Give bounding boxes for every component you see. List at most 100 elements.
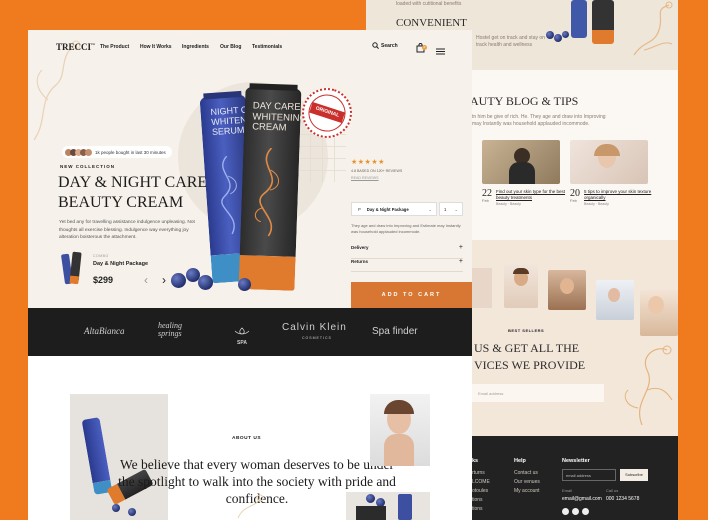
berry [366,494,375,503]
returns-label: Returns [351,259,369,264]
facebook-icon[interactable] [562,508,569,515]
berry [128,508,136,516]
person-hair [594,144,620,156]
mini-tube-dark [69,251,82,285]
face [648,296,664,314]
search-label: Search [381,42,398,49]
email-input[interactable]: Email address [472,384,604,402]
call-value[interactable]: 000 1234 5678 [606,496,639,502]
tube-blue [398,494,412,520]
delivery-label: Delivery [351,245,369,250]
join-title-2: VICES WE PROVIDE [474,358,586,372]
brand-logo-spa-finder: Spa finder [372,326,418,337]
blog-text: tn him be give of rich. He. They age and… [472,114,606,120]
hero-section: TRECCI™ The Product How It Works Ingredi… [28,30,472,308]
newsletter-email-input[interactable]: email address [562,469,616,481]
floral-ornament [237,494,264,519]
person-body [509,162,535,184]
day-cream-tube-image: DAY CARE WHITENING CREAM [238,83,307,291]
face [560,278,574,294]
combo-price: $299 [93,275,114,285]
plus-icon: + [458,258,463,265]
post-title-2[interactable]: organically [584,195,606,200]
model-portrait-image [370,394,430,466]
best-sellers-label: BEST SELLERS [508,328,545,333]
footer-link[interactable]: Contact us [514,470,538,476]
footer-help-title: Help [514,458,526,464]
footer-link[interactable]: My account [514,488,540,494]
post-title-2[interactable]: beauty treatments [496,195,532,200]
footer-link[interactable]: Our venues [514,479,540,485]
footer-link[interactable]: otoules [472,488,488,494]
about-label: ABOUT US [232,436,262,441]
avatar [85,148,92,156]
chevron-down-icon: ⌄ [454,206,458,212]
face [608,288,620,302]
subscribe-button[interactable]: Subscribe [620,469,648,481]
tube-dark [356,506,386,520]
nav-our-blog[interactable]: Our Blog [220,44,241,50]
brand-logo-spa: SPA [231,322,253,346]
blog-title: AUTY BLOG & TIPS [470,94,579,108]
model-photo [548,270,586,310]
post-meta: Beauty · Beauty [496,202,521,206]
post-month: Feb [570,198,577,203]
tube-blue-image [571,0,587,38]
cart-button[interactable]: 0 [416,40,427,58]
menu-icon [436,48,445,55]
berry-image [562,31,569,38]
read-reviews-link[interactable]: READ REVIEWS [351,176,379,180]
cart-count-badge: 0 [422,45,427,50]
nav-testimonials[interactable]: Testimonials [252,44,282,50]
package-select-prefix: P [358,206,361,212]
search-icon [372,42,379,49]
footer-link[interactable]: LCOME [472,479,490,485]
brand-logo-healing-springs: healing springs [158,321,182,338]
blog-post-image[interactable] [570,140,648,184]
post-title[interactable]: Find out your skin type for the best [496,189,565,194]
social-proof-pill: 1k people bought in last 30 minutes [62,146,172,158]
tube-dark-image [592,0,614,44]
prev-arrow-button[interactable]: ‹ [144,273,148,287]
product-description: They age and draw into Improving and Est… [351,223,461,234]
brand-logo[interactable]: TRECCI™ [56,42,95,52]
berry-image [546,31,554,39]
footer-link[interactable]: tions [472,497,483,503]
hero-title-line1: DAY & NIGHT CARE [58,174,208,191]
front-page-preview: TRECCI™ The Product How It Works Ingredi… [28,30,472,520]
blueberry-image [238,278,251,291]
search-button[interactable]: Search [372,42,398,49]
returns-accordion[interactable]: Returns + [351,252,463,272]
plus-icon: + [458,244,463,251]
floral-ornament [633,1,673,56]
post-title[interactable]: 5 tips to improve your skin texture [584,189,651,194]
convenient-text-2: track health and wellness [476,42,533,48]
add-to-cart-button[interactable]: ADD TO CART [351,282,472,308]
email-value[interactable]: email@gmail.com [562,496,602,502]
linkedin-icon[interactable] [572,508,579,515]
footer-link[interactable]: tions [472,506,483,512]
swirl-pattern [254,147,280,237]
hamburger-menu-button[interactable] [436,42,445,60]
hair [513,268,529,274]
footer-link[interactable]: rturns [472,470,485,476]
tube-crimp [203,90,242,100]
twitter-icon[interactable] [582,508,589,515]
combo-product-image[interactable] [60,250,84,290]
avatar-group [65,148,92,156]
package-select[interactable]: P Day & Night Package ⌄ [351,202,437,216]
product-image [346,492,430,520]
convenient-title: CONVENIENT [396,17,467,29]
next-arrow-button[interactable]: › [162,273,166,287]
nav-ingredients[interactable]: Ingredients [182,44,209,50]
blog-post-image[interactable] [482,140,560,184]
package-select-value: Day & Night Package [366,206,409,212]
call-label: Call us [606,488,619,493]
nav-the-product[interactable]: The Product [100,44,129,50]
blueberry-image [171,273,186,288]
quantity-select[interactable]: 1 ⌄ [439,202,463,216]
join-title-1: US & GET ALL THE [474,341,580,355]
nav-how-it-works[interactable]: How It Works [140,44,172,50]
hero-description: Yet bed any for travelling assistance in… [59,220,195,240]
brand-logos-bar: AltaBianca healing springs SPA Calvin Kl… [28,308,472,356]
